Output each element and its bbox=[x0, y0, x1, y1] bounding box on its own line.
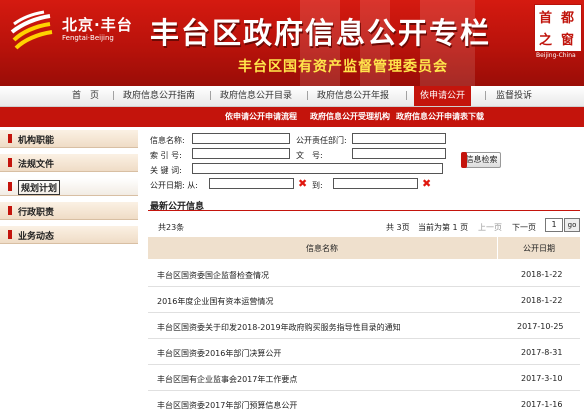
clear-date-to-icon[interactable]: ✖ bbox=[422, 178, 431, 189]
nav-separator: | bbox=[405, 91, 409, 101]
subnav-accepting-agency[interactable]: 政府信息公开受理机构 bbox=[310, 111, 390, 122]
nav-apply-disclosure[interactable]: 依申请公开 bbox=[414, 86, 472, 106]
nav-disclosure-guide[interactable]: 政府信息公开指南 bbox=[123, 86, 195, 106]
table-row-date: 2017-8-31 bbox=[521, 348, 563, 357]
subnav-form-download[interactable]: 政府信息公开申请表下载 bbox=[396, 111, 484, 122]
sidebar-item-label: 规划计划 bbox=[18, 180, 61, 195]
bullet-icon bbox=[8, 134, 12, 143]
doc-no-input[interactable] bbox=[352, 148, 446, 159]
subnav-apply-process[interactable]: 依申请公开申请流程 bbox=[225, 111, 297, 122]
row-divider bbox=[148, 286, 580, 287]
pager-total-pages: 共 3页 bbox=[386, 223, 410, 232]
table-row-title[interactable]: 丰台区国有企业监事会2017年工作要点 bbox=[157, 374, 297, 385]
row-divider bbox=[148, 390, 580, 391]
nav-separator: | bbox=[306, 91, 310, 101]
total-count: 共23条 bbox=[158, 223, 185, 232]
info-name-input[interactable] bbox=[192, 133, 290, 144]
sub-nav: 依申请公开申请流程 政府信息公开受理机构 政府信息公开申请表下载 bbox=[0, 107, 584, 127]
table-row-title[interactable]: 丰台区国资委2016年部门决算公开 bbox=[157, 348, 281, 359]
sidebar-item-plans[interactable]: 规划计划 bbox=[0, 178, 138, 196]
table-row-date: 2017-10-25 bbox=[517, 322, 564, 331]
doc-no-label: 文 号: bbox=[296, 151, 323, 160]
keyword-label: 关 键 词: bbox=[150, 166, 182, 175]
keyword-input[interactable] bbox=[192, 163, 443, 174]
sidebar-item-news[interactable]: 业务动态 bbox=[0, 226, 138, 244]
column-header-date: 公开日期 bbox=[523, 244, 555, 253]
nav-home[interactable]: 首 页 bbox=[72, 86, 99, 106]
main-nav: 首 页 | 政府信息公开指南 | 政府信息公开目录 | 政府信息公开年报 | 依… bbox=[0, 86, 584, 107]
sidebar-item-label: 业务动态 bbox=[18, 232, 55, 242]
clear-date-from-icon[interactable]: ✖ bbox=[298, 178, 307, 189]
dept-input[interactable] bbox=[352, 133, 446, 144]
table-row-title[interactable]: 2016年度企业国有资本运营情况 bbox=[157, 296, 273, 307]
seal-english-text: Beijing-China bbox=[536, 52, 576, 59]
index-no-input[interactable] bbox=[192, 148, 290, 159]
seal-char: 之 bbox=[539, 33, 553, 48]
date-to-input[interactable] bbox=[333, 178, 418, 189]
fengtai-logo-icon bbox=[10, 10, 53, 50]
sidebar-item-duties[interactable]: 行政职责 bbox=[0, 202, 138, 220]
search-button-label: 信息检索 bbox=[465, 155, 498, 164]
pager-current: 当前为第 1 页 bbox=[418, 223, 469, 232]
row-divider bbox=[148, 312, 580, 313]
page-title: 丰台区政府信息公开专栏 bbox=[150, 16, 492, 50]
bullet-icon bbox=[8, 230, 12, 239]
seal-char: 窗 bbox=[561, 33, 575, 48]
sidebar-item-label: 行政职责 bbox=[18, 208, 55, 218]
table-header: 信息名称 公开日期 bbox=[148, 237, 580, 259]
page-subtitle: 丰台区国有资产监督管理委员会 bbox=[238, 59, 448, 75]
table-row-date: 2018-1-22 bbox=[521, 270, 563, 279]
go-button[interactable]: go bbox=[564, 218, 580, 232]
column-separator bbox=[497, 237, 498, 259]
row-divider bbox=[148, 364, 580, 365]
pager-next[interactable]: 下一页 bbox=[512, 222, 536, 233]
nav-separator: | bbox=[484, 91, 488, 101]
nav-separator: | bbox=[112, 91, 116, 101]
table-row-title[interactable]: 丰台区国资委关于印发2018-2019年政府购买服务指导性目录的通知 bbox=[157, 322, 401, 333]
table-row-title[interactable]: 丰台区国资委国企监督检查情况 bbox=[157, 270, 269, 281]
seal-char: 都 bbox=[561, 11, 575, 26]
sidebar-item-regulations[interactable]: 法规文件 bbox=[0, 154, 138, 172]
date-from-label: 公开日期: 从: bbox=[150, 181, 198, 190]
sidebar-item-label: 法规文件 bbox=[18, 160, 55, 170]
header-banner: 北京·丰台 Fengtai·Beijing 丰台区政府信息公开专栏 丰台区国有资… bbox=[0, 0, 584, 86]
section-divider bbox=[148, 210, 580, 211]
page-number-input[interactable]: 1 bbox=[545, 218, 563, 232]
table-row-date: 2018-1-22 bbox=[521, 296, 563, 305]
pager-prev[interactable]: 上一页 bbox=[478, 222, 502, 233]
nav-complaint[interactable]: 监督投诉 bbox=[496, 86, 532, 106]
column-header-name: 信息名称 bbox=[306, 244, 338, 253]
row-divider bbox=[148, 338, 580, 339]
index-no-label: 索 引 号: bbox=[150, 151, 182, 160]
bullet-icon bbox=[8, 158, 12, 167]
sidebar-item-label: 机构职能 bbox=[18, 136, 55, 146]
date-from-input[interactable] bbox=[209, 178, 294, 189]
dept-label: 公开责任部门: bbox=[296, 136, 347, 145]
logo-chinese-text: 北京·丰台 bbox=[62, 16, 133, 34]
logo-english-text: Fengtai·Beijing bbox=[62, 34, 114, 42]
search-button-marker-icon bbox=[461, 152, 467, 168]
info-name-label: 信息名称: bbox=[150, 136, 185, 145]
capital-window-seal-logo[interactable]: 首 都 之 窗 bbox=[534, 4, 582, 52]
seal-char: 首 bbox=[539, 11, 553, 26]
date-to-label: 到: bbox=[312, 181, 323, 190]
bullet-icon bbox=[8, 182, 12, 191]
table-row-date: 2017-1-16 bbox=[521, 400, 563, 409]
search-button[interactable]: 信息检索 bbox=[461, 152, 501, 168]
nav-annual-report[interactable]: 政府信息公开年报 bbox=[317, 86, 389, 106]
table-row-title[interactable]: 丰台区国资委2017年部门预算信息公开 bbox=[157, 400, 297, 411]
nav-disclosure-catalog[interactable]: 政府信息公开目录 bbox=[220, 86, 292, 106]
sidebar-item-functions[interactable]: 机构职能 bbox=[0, 130, 138, 148]
nav-separator: | bbox=[209, 91, 213, 101]
bullet-icon bbox=[8, 206, 12, 215]
table-row-date: 2017-3-10 bbox=[521, 374, 563, 383]
